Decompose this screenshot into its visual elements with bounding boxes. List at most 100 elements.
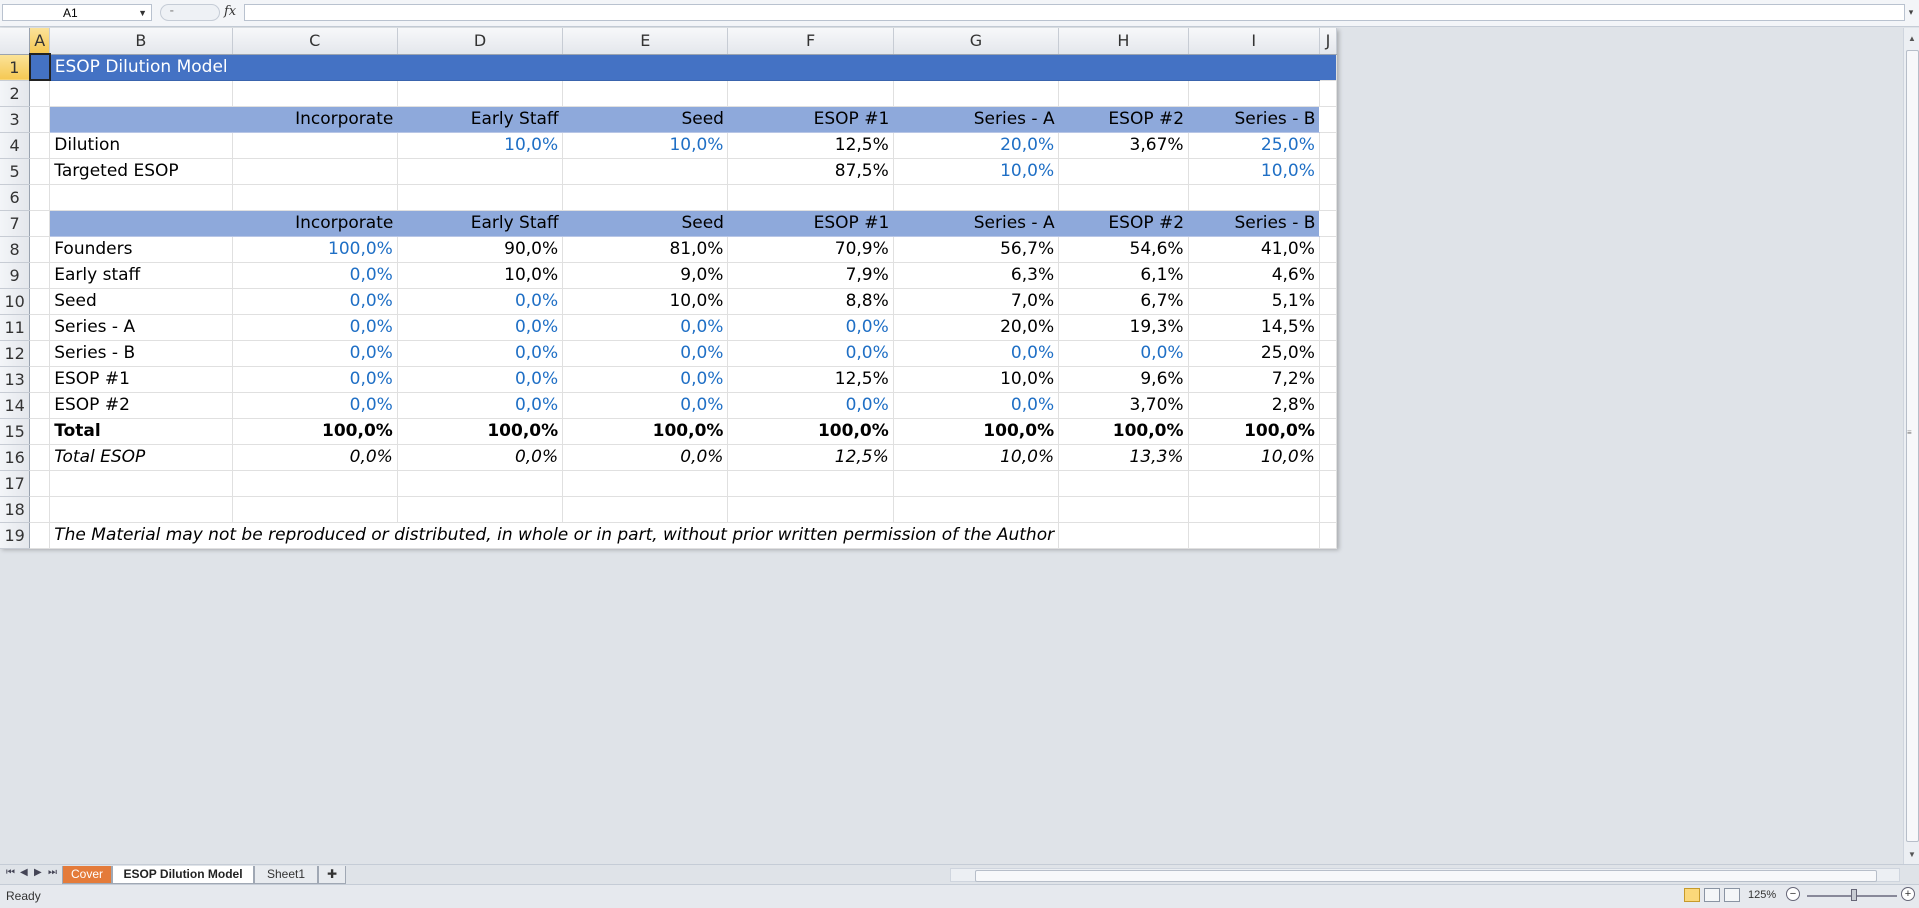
- value-cell[interactable]: 0,0%: [232, 340, 398, 367]
- value-cell[interactable]: 0,0%: [562, 392, 729, 419]
- value-cell[interactable]: 0,0%: [1058, 340, 1189, 367]
- cell[interactable]: [1319, 470, 1338, 497]
- header-cell[interactable]: [49, 210, 233, 237]
- cell[interactable]: [893, 80, 1060, 107]
- value-cell[interactable]: 3,70%: [1058, 392, 1189, 419]
- cell[interactable]: [29, 80, 51, 107]
- header-cell[interactable]: Seed: [562, 210, 728, 237]
- value-cell[interactable]: 20,0%: [893, 314, 1060, 341]
- cell[interactable]: [1188, 496, 1320, 523]
- cell[interactable]: [1188, 184, 1320, 211]
- value-cell[interactable]: 0,0%: [397, 314, 564, 341]
- cell[interactable]: [29, 158, 51, 185]
- total-cell[interactable]: 100,0%: [1188, 418, 1320, 445]
- row-label[interactable]: ESOP #2: [49, 392, 233, 419]
- header-cell[interactable]: Early Staff: [397, 106, 563, 133]
- value-cell[interactable]: 7,9%: [727, 262, 894, 289]
- value-cell[interactable]: 2,8%: [1188, 392, 1320, 419]
- row-header[interactable]: 5: [0, 158, 31, 185]
- cell[interactable]: [29, 132, 51, 159]
- row-label[interactable]: Seed: [49, 288, 233, 315]
- zoom-in-icon[interactable]: +: [1901, 887, 1915, 901]
- value-cell[interactable]: 41,0%: [1188, 236, 1320, 263]
- cell[interactable]: [1319, 340, 1338, 367]
- cell[interactable]: [1319, 522, 1338, 549]
- value-cell[interactable]: 10,0%: [893, 158, 1060, 185]
- value-cell[interactable]: [232, 132, 398, 159]
- cell[interactable]: [1319, 314, 1338, 341]
- tab-sheet1[interactable]: Sheet1: [254, 866, 318, 884]
- row-header[interactable]: 11: [0, 314, 31, 341]
- cell[interactable]: [29, 314, 51, 341]
- page-layout-view-icon[interactable]: [1704, 888, 1720, 902]
- total-esop-cell[interactable]: 0,0%: [232, 444, 398, 471]
- row-header[interactable]: 15: [0, 418, 31, 445]
- value-cell[interactable]: 10,0%: [562, 132, 729, 159]
- horizontal-scroll-thumb[interactable]: [975, 870, 1877, 882]
- cell[interactable]: [49, 184, 233, 211]
- total-cell[interactable]: 100,0%: [562, 418, 729, 445]
- row-label[interactable]: Targeted ESOP: [49, 158, 233, 185]
- value-cell[interactable]: 0,0%: [397, 392, 564, 419]
- column-header-i[interactable]: I: [1188, 28, 1320, 55]
- row-label[interactable]: Dilution: [49, 132, 233, 159]
- chevron-down-icon[interactable]: ▼: [138, 5, 147, 22]
- value-cell[interactable]: 25,0%: [1188, 340, 1320, 367]
- value-cell[interactable]: 6,3%: [893, 262, 1060, 289]
- value-cell[interactable]: 19,3%: [1058, 314, 1189, 341]
- scroll-up-icon[interactable]: ▲: [1904, 32, 1919, 46]
- cell[interactable]: [1188, 80, 1320, 107]
- value-cell[interactable]: 10,0%: [1188, 158, 1320, 185]
- vertical-scroll-thumb[interactable]: [1906, 50, 1919, 842]
- value-cell[interactable]: 0,0%: [727, 340, 894, 367]
- cell[interactable]: [1319, 288, 1338, 315]
- cell[interactable]: [1319, 236, 1338, 263]
- column-header-f[interactable]: F: [727, 28, 894, 55]
- first-sheet-icon[interactable]: ⏮: [6, 867, 18, 878]
- value-cell[interactable]: 81,0%: [562, 236, 729, 263]
- zoom-out-icon[interactable]: −: [1786, 887, 1800, 901]
- row-header[interactable]: 17: [0, 470, 31, 497]
- zoom-slider-thumb[interactable]: [1851, 889, 1857, 901]
- cell[interactable]: [29, 366, 51, 393]
- value-cell[interactable]: 0,0%: [893, 392, 1060, 419]
- total-esop-cell[interactable]: 13,3%: [1058, 444, 1189, 471]
- column-header-d[interactable]: D: [397, 28, 564, 55]
- header-cell[interactable]: ESOP #2: [1058, 210, 1189, 237]
- cell[interactable]: [397, 470, 564, 497]
- cell[interactable]: [1319, 80, 1338, 107]
- cell[interactable]: [1319, 392, 1338, 419]
- header-cell[interactable]: Incorporate: [232, 210, 398, 237]
- cell[interactable]: [1319, 444, 1338, 471]
- scroll-down-icon[interactable]: ▼: [1904, 848, 1919, 862]
- value-cell[interactable]: [1058, 158, 1189, 185]
- row-header[interactable]: 9: [0, 262, 31, 289]
- vertical-scrollbar[interactable]: ▲ ≡ ▼: [1903, 28, 1919, 864]
- cell[interactable]: [1188, 522, 1320, 549]
- header-cell[interactable]: Series - B: [1188, 106, 1320, 133]
- cell[interactable]: [29, 106, 51, 133]
- cell[interactable]: [1319, 54, 1338, 81]
- value-cell[interactable]: 100,0%: [232, 236, 398, 263]
- cell[interactable]: [29, 340, 51, 367]
- cell[interactable]: [1319, 106, 1338, 133]
- page-break-preview-icon[interactable]: [1724, 888, 1740, 902]
- sheet-title[interactable]: ESOP Dilution Model: [49, 54, 1320, 81]
- formula-bar-resize-handle[interactable]: ⁃: [160, 4, 220, 21]
- row-header[interactable]: 18: [0, 496, 31, 523]
- value-cell[interactable]: 9,6%: [1058, 366, 1189, 393]
- cell[interactable]: [232, 80, 398, 107]
- row-label[interactable]: Founders: [49, 236, 233, 263]
- cell[interactable]: [727, 496, 894, 523]
- row-header[interactable]: 19: [0, 522, 31, 549]
- value-cell[interactable]: 4,6%: [1188, 262, 1320, 289]
- cell[interactable]: [1188, 470, 1320, 497]
- next-sheet-icon[interactable]: ▶: [34, 867, 46, 878]
- cell[interactable]: [29, 392, 51, 419]
- row-header[interactable]: 6: [0, 184, 31, 211]
- total-esop-cell[interactable]: 10,0%: [893, 444, 1060, 471]
- cell[interactable]: [29, 262, 51, 289]
- row-label[interactable]: ESOP #1: [49, 366, 233, 393]
- cell[interactable]: [49, 80, 233, 107]
- formula-input[interactable]: [244, 4, 1905, 21]
